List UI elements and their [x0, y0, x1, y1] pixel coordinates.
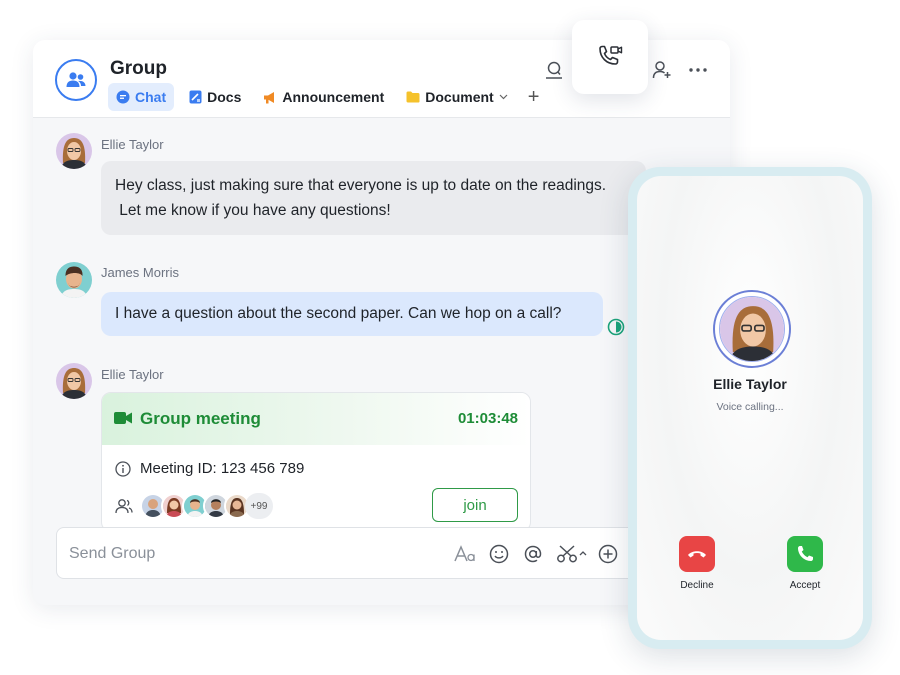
tab-docs-label: Docs [207, 89, 242, 105]
more-icon[interactable] [686, 58, 710, 82]
sender-name: Ellie Taylor [101, 137, 164, 152]
ellie-avatar-image [720, 297, 784, 361]
meeting-id: Meeting ID: 123 456 789 [140, 460, 305, 477]
tab-chat-label: Chat [135, 89, 167, 105]
read-status-icon [607, 318, 625, 336]
scissors-icon[interactable] [555, 542, 589, 566]
meeting-title: Group meeting [140, 409, 261, 428]
ellie-avatar-image [56, 363, 92, 399]
docs-icon [188, 90, 202, 104]
chevron-down-icon [499, 94, 508, 100]
video-camera-icon [114, 412, 132, 424]
message-bubble[interactable]: Hey class, just making sure that everyon… [101, 161, 646, 235]
decline-label: Decline [680, 580, 714, 591]
caller-name: Ellie Taylor [713, 376, 787, 392]
hang-up-icon [688, 551, 706, 558]
sender-name: Ellie Taylor [101, 367, 164, 382]
avatar[interactable] [56, 363, 92, 399]
group-people-icon [66, 72, 86, 87]
caller-avatar [713, 290, 791, 368]
tab-document-label: Document [425, 89, 494, 105]
tab-chat[interactable]: Chat [108, 83, 175, 111]
group-avatar[interactable] [55, 59, 97, 101]
call-status: Voice calling... [716, 401, 784, 413]
group-title: Group [110, 58, 167, 79]
tab-announcement[interactable]: Announcement [255, 83, 392, 111]
message-composer [56, 527, 676, 579]
meeting-duration: 01:03:48 [457, 410, 518, 427]
mention-icon[interactable] [521, 542, 545, 566]
chat-window: Group Chat Docs Announcement Document + … [33, 40, 730, 605]
avatar[interactable] [56, 262, 92, 298]
message-line: Hey class, just making sure that everyon… [115, 177, 607, 194]
james-avatar-image [56, 262, 92, 298]
megaphone-icon [263, 90, 277, 104]
search-user-icon[interactable] [542, 58, 566, 82]
ellie-avatar-image [56, 133, 92, 169]
accept-button[interactable] [787, 536, 823, 572]
add-tab-button[interactable]: + [528, 86, 540, 109]
join-button[interactable]: join [432, 488, 518, 522]
phone-icon [798, 546, 813, 561]
add-user-icon[interactable] [650, 58, 674, 82]
tab-docs[interactable]: Docs [180, 83, 249, 111]
meeting-header: Group meeting 01:03:48 [102, 393, 530, 445]
folder-icon [406, 90, 420, 104]
phone-screen: Ellie Taylor Voice calling... Decline Ac… [637, 176, 863, 640]
accept-label: Accept [789, 580, 821, 591]
message-input[interactable] [69, 540, 429, 568]
avatar[interactable] [56, 133, 92, 169]
decline-button[interactable] [679, 536, 715, 572]
chat-bubble-icon [116, 90, 130, 104]
message-bubble[interactable]: I have a question about the second paper… [101, 292, 603, 336]
participants-more-badge: +99 [245, 493, 273, 519]
incoming-call-phone: Ellie Taylor Voice calling... Decline Ac… [628, 167, 872, 649]
add-circle-icon[interactable] [596, 542, 620, 566]
video-call-button[interactable] [572, 20, 648, 94]
font-format-icon[interactable] [453, 542, 477, 566]
meeting-card[interactable]: Group meeting 01:03:48 Meeting ID: 123 4… [101, 392, 531, 532]
info-icon [115, 461, 131, 477]
emoji-icon[interactable] [487, 542, 511, 566]
video-call-icon [599, 45, 623, 65]
message-line: Let me know if you have any questions! [115, 202, 391, 219]
sender-name: James Morris [101, 265, 180, 280]
tab-bar: Chat Docs Announcement Document + [108, 83, 539, 111]
message-text: I have a question about the second paper… [115, 305, 562, 322]
tab-announcement-label: Announcement [282, 89, 385, 105]
participants-icon [115, 499, 133, 514]
tab-document[interactable]: Document [398, 83, 515, 111]
